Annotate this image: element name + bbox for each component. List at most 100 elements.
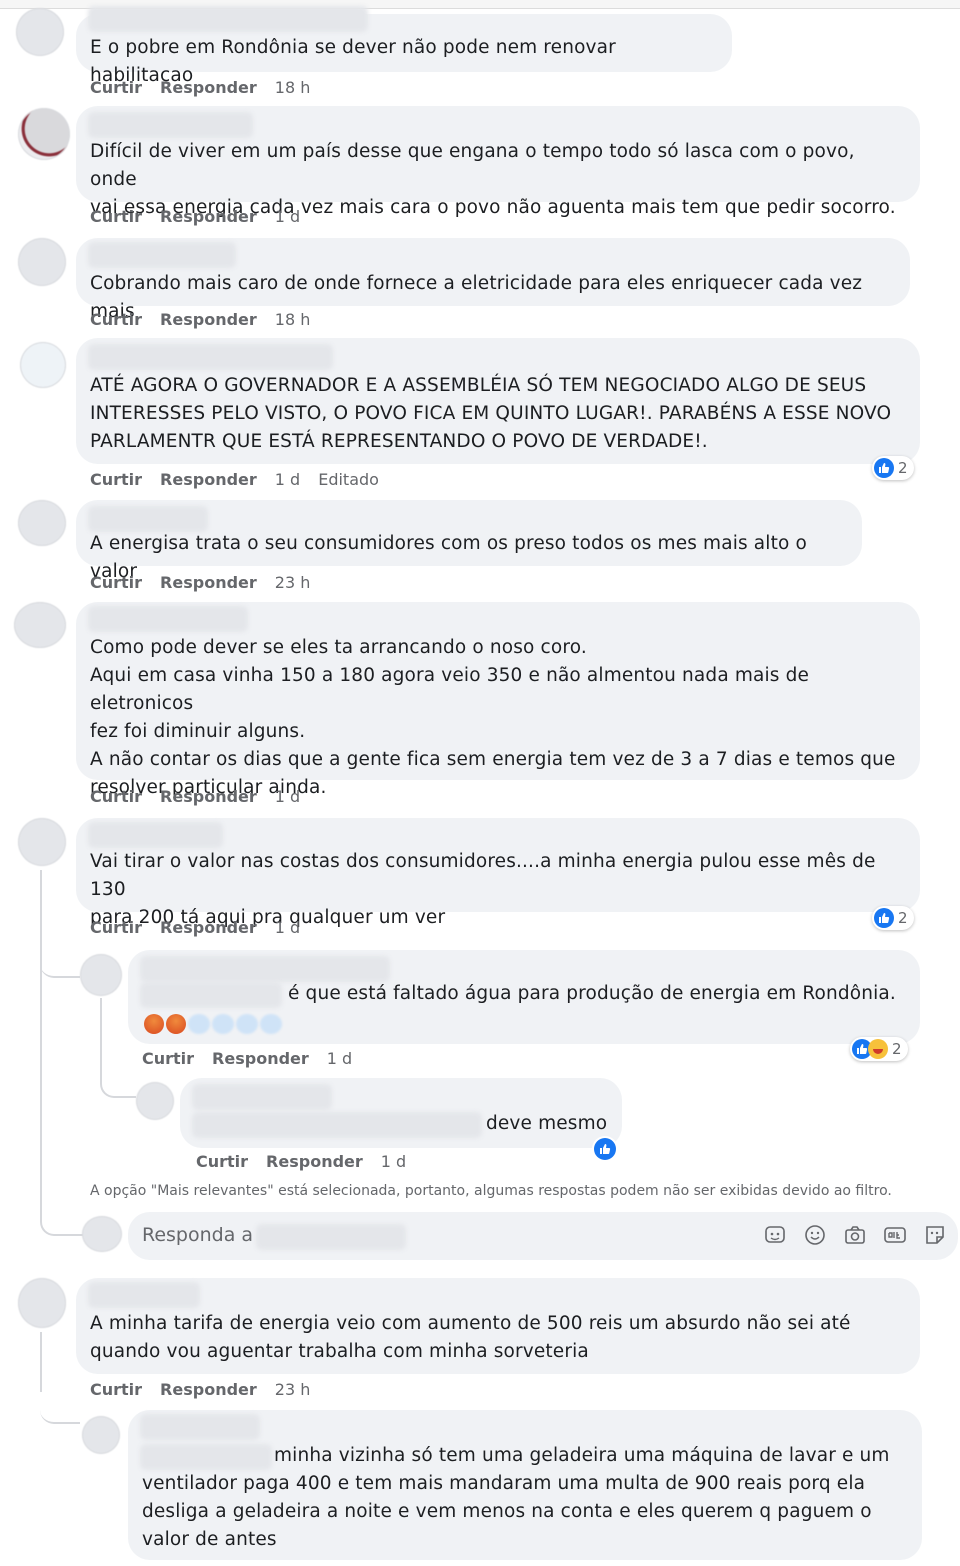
author-name-redacted[interactable]	[88, 6, 368, 32]
thread-connector	[40, 1392, 80, 1424]
angry-icon	[166, 1014, 186, 1034]
timestamp[interactable]: 1 d	[275, 470, 300, 489]
timestamp[interactable]: 23 h	[275, 1380, 311, 1399]
reply-text: deve mesmo	[486, 1113, 608, 1134]
reply-button[interactable]: Responder	[160, 918, 257, 937]
thread-connector	[40, 1200, 84, 1236]
mention-redacted[interactable]	[140, 982, 282, 1008]
comment-actions: Curtir Responder 1 d	[90, 918, 318, 937]
haha-icon	[868, 1039, 888, 1059]
like-button[interactable]: Curtir	[142, 1049, 194, 1068]
reply-text: é que está faltado água para produção de…	[288, 983, 896, 1004]
author-name-redacted[interactable]	[88, 112, 253, 138]
avatar[interactable]	[18, 818, 66, 866]
like-button[interactable]: Curtir	[90, 78, 142, 97]
reply-input[interactable]: Responda a	[128, 1212, 958, 1260]
comment-actions: Curtir Responder 23 h	[90, 1380, 328, 1399]
reply-button[interactable]: Responder	[160, 470, 257, 489]
author-name-redacted[interactable]	[88, 344, 333, 370]
comment-text: Como pode dever se eles ta arrancando o …	[90, 637, 896, 798]
reply-button[interactable]: Responder	[160, 78, 257, 97]
filter-note: A opção "Mais relevantes" está seleciona…	[90, 1183, 892, 1199]
avatar[interactable]	[20, 342, 66, 388]
emoji-icon	[212, 1014, 234, 1034]
like-icon	[874, 458, 894, 478]
avatar[interactable]	[18, 500, 66, 546]
avatar-sticker-icon[interactable]	[762, 1222, 788, 1248]
author-name-redacted[interactable]	[140, 1414, 260, 1440]
mention-redacted[interactable]	[192, 1112, 482, 1138]
comment-bubble: Cobrando mais caro de onde fornece a ele…	[76, 238, 910, 322]
comment-text: ATÉ AGORA O GOVERNADOR E A ASSEMBLÉIA SÓ…	[90, 375, 892, 452]
thread-line	[40, 1332, 42, 1392]
comment-actions: Curtir Responder 23 h	[90, 573, 328, 592]
author-name-redacted[interactable]	[88, 822, 223, 848]
reply-bubble: minha vizinha só tem uma geladeira uma m…	[128, 1410, 922, 1560]
reply-button[interactable]: Responder	[160, 207, 257, 226]
avatar[interactable]	[16, 8, 64, 56]
thread-connector	[40, 940, 80, 978]
timestamp[interactable]: 1 d	[381, 1152, 406, 1171]
reply-button[interactable]: Responder	[212, 1049, 309, 1068]
timestamp[interactable]: 1 d	[275, 787, 300, 806]
comment-actions: Curtir Responder 1 d	[90, 787, 318, 806]
avatar[interactable]	[18, 238, 66, 286]
timestamp[interactable]: 1 d	[275, 918, 300, 937]
like-icon	[874, 908, 894, 928]
avatar[interactable]	[136, 1082, 174, 1120]
comment-bubble: Como pode dever se eles ta arrancando o …	[76, 602, 920, 798]
gif-icon[interactable]	[882, 1222, 908, 1248]
comment-bubble: ATÉ AGORA O GOVERNADOR E A ASSEMBLÉIA SÓ…	[76, 338, 920, 464]
avatar[interactable]	[82, 1416, 120, 1454]
reply-actions: Curtir Responder 1 d	[142, 1049, 370, 1068]
like-button[interactable]: Curtir	[90, 573, 142, 592]
like-button[interactable]: Curtir	[90, 787, 142, 806]
comment-text: A minha tarifa de energia veio com aumen…	[90, 1313, 851, 1362]
reply-button[interactable]: Responder	[160, 310, 257, 329]
like-button[interactable]: Curtir	[90, 207, 142, 226]
avatar[interactable]	[82, 1216, 122, 1252]
reply-button[interactable]: Responder	[266, 1152, 363, 1171]
camera-icon[interactable]	[842, 1222, 868, 1248]
timestamp[interactable]: 1 d	[275, 207, 300, 226]
avatar[interactable]	[14, 602, 66, 648]
avatar[interactable]	[80, 954, 122, 996]
reaction-count[interactable]: 2	[872, 456, 914, 480]
timestamp[interactable]: 1 d	[327, 1049, 352, 1068]
author-name-redacted[interactable]	[88, 506, 208, 532]
comment-actions: Curtir Responder 1 d	[90, 207, 318, 226]
reaction-count[interactable]: 2	[850, 1037, 908, 1061]
reaction-count[interactable]: 2	[872, 906, 914, 930]
comment-bubble: E o pobre em Rondônia se dever não pode …	[76, 6, 732, 86]
author-name-redacted[interactable]	[140, 956, 390, 982]
like-button[interactable]: Curtir	[90, 918, 142, 937]
reply-button[interactable]: Responder	[160, 787, 257, 806]
author-name-redacted[interactable]	[88, 1282, 200, 1308]
like-button[interactable]: Curtir	[90, 310, 142, 329]
comment-bubble: Vai tirar o valor nas costas dos consumi…	[76, 818, 920, 928]
author-name-redacted[interactable]	[88, 242, 236, 268]
thread-connector	[100, 1066, 136, 1098]
avatar[interactable]	[18, 1278, 66, 1328]
reply-bubble: deve mesmo	[180, 1078, 622, 1148]
emoji-icon	[260, 1014, 282, 1034]
author-name-redacted[interactable]	[192, 1084, 332, 1110]
timestamp[interactable]: 18 h	[275, 310, 311, 329]
reply-placeholder: Responda a	[142, 1224, 254, 1246]
mention-redacted	[256, 1224, 406, 1250]
like-button[interactable]: Curtir	[196, 1152, 248, 1171]
sticker-icon[interactable]	[922, 1222, 948, 1248]
avatar[interactable]	[18, 108, 70, 160]
like-icon[interactable]	[594, 1138, 616, 1160]
timestamp[interactable]: 23 h	[275, 573, 311, 592]
emoji-icon[interactable]	[802, 1222, 828, 1248]
reply-button[interactable]: Responder	[160, 573, 257, 592]
comment-actions: Curtir Responder 18 h	[90, 310, 328, 329]
like-button[interactable]: Curtir	[90, 1380, 142, 1399]
comment-bubble: A minha tarifa de energia veio com aumen…	[76, 1278, 920, 1374]
timestamp[interactable]: 18 h	[275, 78, 311, 97]
author-name-redacted[interactable]	[88, 606, 248, 632]
reply-button[interactable]: Responder	[160, 1380, 257, 1399]
edited-label: Editado	[318, 470, 379, 489]
like-button[interactable]: Curtir	[90, 470, 142, 489]
